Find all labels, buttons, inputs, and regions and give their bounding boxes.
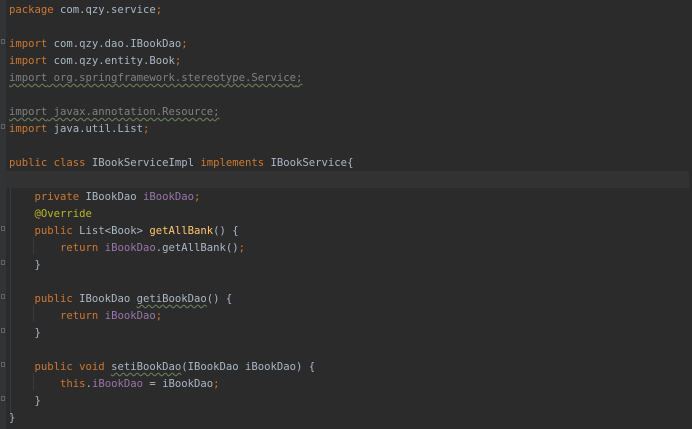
keyword: private <box>34 191 80 203</box>
code-line-annotation[interactable]: @Override <box>9 206 692 223</box>
code-line-current[interactable] <box>6 171 689 188</box>
fold-marker-icon[interactable] <box>1 260 5 265</box>
code-line[interactable]: import com.qzy.entity.Book; <box>9 53 692 70</box>
code-line[interactable]: return iBookDao; <box>9 308 692 325</box>
code-line[interactable]: return iBookDao.getAllBank(); <box>9 240 692 257</box>
brace: { <box>347 157 354 169</box>
return-type: List<Book> <box>72 225 150 237</box>
keyword: package <box>9 4 54 16</box>
keyword: public void <box>34 361 105 373</box>
keyword: public <box>34 293 73 305</box>
keyword: import <box>9 72 48 84</box>
import-path: java.util.List <box>47 123 143 135</box>
closing-brace: } <box>9 259 41 271</box>
code-line-method[interactable]: public IBookDao getiBookDao() { <box>9 291 692 308</box>
semicolon: ; <box>155 310 163 322</box>
code-line[interactable]: } <box>9 257 692 274</box>
return-type: IBookDao <box>72 293 137 305</box>
code-line-unused-import[interactable]: import javax.annotation.Resource; <box>9 104 692 121</box>
keyword: implements <box>200 157 265 169</box>
field-name: iBookDao <box>104 242 156 254</box>
assignment: = iBookDao <box>142 378 214 390</box>
semicolon: ; <box>174 55 182 67</box>
keyword: import <box>9 55 48 67</box>
keyword: import <box>9 123 48 135</box>
code-line[interactable]: this.iBookDao = iBookDao; <box>9 376 692 393</box>
keyword: this <box>60 378 86 390</box>
field-name: iBookDao <box>142 191 194 203</box>
field-name: iBookDao <box>91 378 143 390</box>
code-editor[interactable]: package com.qzy.service; import com.qzy.… <box>0 0 692 429</box>
code-line-class-declaration[interactable]: public class IBookServiceImpl implements… <box>9 155 692 172</box>
fold-marker-icon[interactable] <box>1 124 5 129</box>
semicolon: ; <box>213 378 220 390</box>
import-path: javax.annotation.Resource <box>47 106 214 118</box>
params: () { <box>206 293 233 305</box>
fold-marker-icon[interactable] <box>1 294 5 299</box>
params: (IBookDao iBookDao) { <box>181 361 316 373</box>
code-line-method[interactable]: public void setiBookDao(IBookDao iBookDa… <box>9 359 692 376</box>
fold-marker-icon[interactable] <box>1 39 5 44</box>
params: () { <box>213 225 239 237</box>
code-line[interactable]: } <box>9 393 692 410</box>
keyword: import <box>9 38 48 50</box>
method-name-unused: setiBookDao <box>111 361 182 373</box>
semicolon: ; <box>238 242 246 254</box>
fold-marker-icon[interactable] <box>1 396 5 401</box>
import-path: com.qzy.dao.IBookDao <box>47 38 182 50</box>
method-name-unused: getiBookDao <box>136 293 207 305</box>
code-line[interactable]: package com.qzy.service; <box>9 2 692 19</box>
field-name: iBookDao <box>104 310 156 322</box>
code-line-unused-import[interactable]: import org.springframework.stereotype.Se… <box>9 70 692 87</box>
keyword: public class <box>9 157 86 169</box>
code-line[interactable]: import com.qzy.dao.IBookDao; <box>9 36 692 53</box>
closing-brace: } <box>9 395 41 407</box>
interface-name: IBookService <box>264 157 348 169</box>
method-name: getAllBank <box>149 225 214 237</box>
keyword: import <box>9 106 48 118</box>
semicolon: ; <box>155 4 163 16</box>
code-line-field[interactable]: private IBookDao iBookDao; <box>9 189 692 206</box>
method-call: .getAllBank() <box>155 242 239 254</box>
fold-marker-icon[interactable] <box>1 328 5 333</box>
keyword: return <box>60 242 99 254</box>
package-name: com.qzy.service <box>53 4 156 16</box>
code-line[interactable]: } <box>9 325 692 342</box>
fold-marker-icon[interactable] <box>1 362 5 367</box>
import-path: org.springframework.stereotype.Service <box>47 72 297 84</box>
code-line[interactable]: import java.util.List; <box>9 121 692 138</box>
semicolon: ; <box>142 123 150 135</box>
fold-marker-icon[interactable] <box>1 226 5 231</box>
semicolon: ; <box>181 38 188 50</box>
code-line-method[interactable]: public List<Book> getAllBank() { <box>9 223 692 240</box>
keyword: return <box>60 310 99 322</box>
code-line[interactable]: } <box>9 410 692 427</box>
class-name: IBookServiceImpl <box>85 157 201 169</box>
semicolon: ; <box>193 191 201 203</box>
type-name: IBookDao <box>79 191 143 203</box>
semicolon: ; <box>296 72 303 84</box>
closing-brace: } <box>9 412 16 424</box>
semicolon: ; <box>213 106 220 118</box>
import-path: com.qzy.entity.Book <box>47 55 175 67</box>
closing-brace: } <box>9 327 41 339</box>
keyword: public <box>34 225 73 237</box>
annotation: @Override <box>34 208 92 220</box>
